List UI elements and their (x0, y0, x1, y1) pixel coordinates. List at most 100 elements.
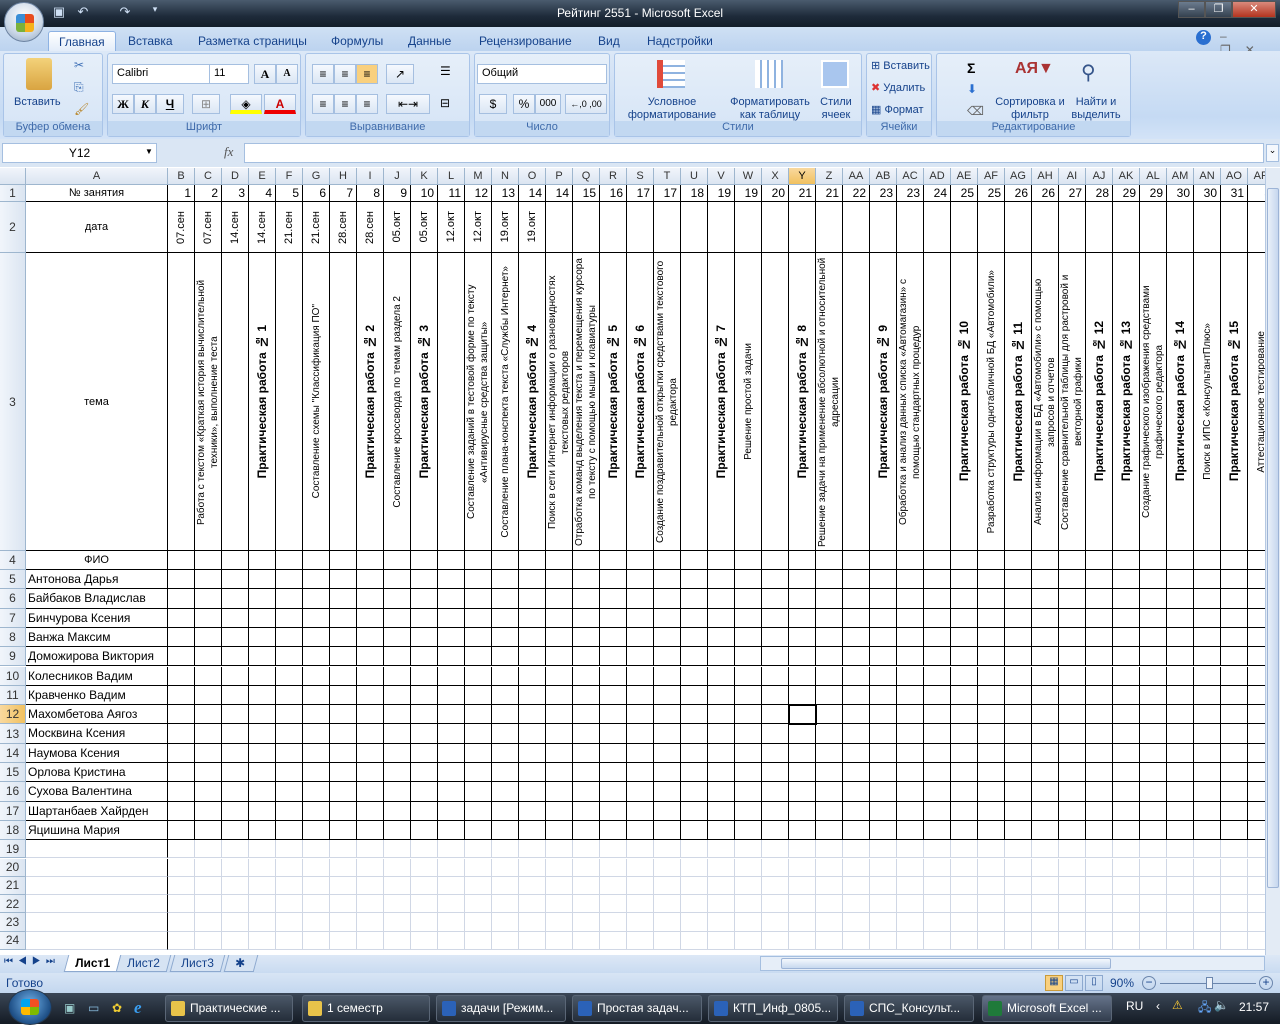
cell-AB13[interactable] (870, 724, 897, 744)
cell-X20[interactable] (762, 858, 789, 877)
cell-L4[interactable] (438, 551, 465, 570)
cell-L11[interactable] (438, 685, 465, 706)
cell-AF23[interactable] (978, 913, 1005, 932)
cell-AA20[interactable] (843, 858, 870, 877)
cell-AE8[interactable] (951, 627, 978, 648)
taskbar-item[interactable]: Практические ... (165, 995, 293, 1022)
cell-AI21[interactable] (1059, 876, 1086, 896)
conditional-formatting-button[interactable]: Условное форматирование (617, 96, 727, 122)
cell-AL21[interactable] (1140, 876, 1167, 896)
cell-V6[interactable] (708, 589, 735, 609)
cell-N21[interactable] (492, 876, 519, 896)
cell-O16[interactable] (519, 782, 546, 802)
cell-I11[interactable] (357, 685, 384, 706)
row-header-1[interactable]: 1 (0, 185, 26, 202)
cell-I20[interactable] (357, 858, 384, 877)
cell-H14[interactable] (330, 743, 357, 763)
borders-button[interactable]: ⊞ (192, 94, 220, 114)
lesson-number[interactable]: 3 (222, 185, 249, 202)
cell-T14[interactable] (654, 743, 681, 763)
cell-E22[interactable] (249, 895, 276, 914)
cell-AK4[interactable] (1113, 551, 1140, 570)
cell-AJ17[interactable] (1086, 801, 1113, 821)
lesson-number[interactable]: 21 (816, 185, 843, 202)
cell-L9[interactable] (438, 647, 465, 667)
cell-AH18[interactable] (1032, 820, 1059, 841)
insert-function-button[interactable]: fx (224, 144, 233, 160)
cell-AA24[interactable] (843, 931, 870, 950)
cell-O10[interactable] (519, 666, 546, 686)
cell-AA22[interactable] (843, 895, 870, 914)
cell-S6[interactable] (627, 589, 654, 609)
cell-R11[interactable] (600, 685, 627, 706)
cell-V5[interactable] (708, 570, 735, 590)
cell-Q22[interactable] (573, 895, 600, 914)
cell-K14[interactable] (411, 743, 438, 763)
row-header-7[interactable]: 7 (0, 608, 26, 628)
cell-B12[interactable] (168, 705, 195, 725)
cell-A19[interactable] (26, 840, 168, 859)
cell-AE21[interactable] (951, 876, 978, 896)
underline-button[interactable]: Ч (156, 94, 184, 114)
cell-G23[interactable] (303, 913, 330, 932)
cell-T4[interactable] (654, 551, 681, 570)
cell-AO4[interactable] (1221, 551, 1248, 570)
cell-AH12[interactable] (1032, 705, 1059, 725)
cell-O3[interactable]: Практическая работа № 4 (519, 253, 546, 551)
cell-AM16[interactable] (1167, 782, 1194, 802)
thousands-button[interactable]: 000 (535, 94, 561, 114)
tab-view[interactable]: Вид (588, 31, 630, 51)
cell-AL12[interactable] (1140, 705, 1167, 725)
cell-AK6[interactable] (1113, 589, 1140, 609)
cell-C15[interactable] (195, 763, 222, 783)
cell-I4[interactable] (357, 551, 384, 570)
cell-D15[interactable] (222, 763, 249, 783)
cell-AC6[interactable] (897, 589, 924, 609)
cell-T6[interactable] (654, 589, 681, 609)
save-icon[interactable]: ▣ (50, 4, 68, 20)
cell-AH21[interactable] (1032, 876, 1059, 896)
cell-AI22[interactable] (1059, 895, 1086, 914)
cell-AA9[interactable] (843, 647, 870, 667)
cell-V16[interactable] (708, 782, 735, 802)
tab-review[interactable]: Рецензирование (469, 31, 582, 51)
cell-E4[interactable] (249, 551, 276, 570)
cell-K13[interactable] (411, 724, 438, 744)
lesson-number[interactable]: 25 (978, 185, 1005, 202)
cell-W13[interactable] (735, 724, 762, 744)
currency-button[interactable]: $ (479, 94, 507, 114)
cell-AI8[interactable] (1059, 627, 1086, 648)
row-header-13[interactable]: 13 (0, 724, 26, 744)
column-header-H[interactable]: H (330, 168, 357, 185)
autosum-button[interactable]: Σ (967, 60, 975, 76)
cell-E12[interactable] (249, 705, 276, 725)
column-header-E[interactable]: E (249, 168, 276, 185)
cell-AF24[interactable] (978, 931, 1005, 950)
row-header-15[interactable]: 15 (0, 763, 26, 783)
cell-AE6[interactable] (951, 589, 978, 609)
number-format-select[interactable]: Общий (477, 64, 607, 84)
cell-AB2[interactable] (870, 202, 897, 253)
cell-AD6[interactable] (924, 589, 951, 609)
insert-sheet-button[interactable]: ✱ (223, 955, 259, 972)
row-header-14[interactable]: 14 (0, 743, 26, 763)
cell-X9[interactable] (762, 647, 789, 667)
student-name[interactable]: Колесников Вадим (26, 666, 168, 686)
cell-AA13[interactable] (843, 724, 870, 744)
cell-AF12[interactable] (978, 705, 1005, 725)
cell-AI11[interactable] (1059, 685, 1086, 706)
cell-AH16[interactable] (1032, 782, 1059, 802)
cell-AD18[interactable] (924, 820, 951, 841)
cell-N14[interactable] (492, 743, 519, 763)
cell-N10[interactable] (492, 666, 519, 686)
column-header-G[interactable]: G (303, 168, 330, 185)
cell-T17[interactable] (654, 801, 681, 821)
cell-V9[interactable] (708, 647, 735, 667)
cell-E6[interactable] (249, 589, 276, 609)
cell-S11[interactable] (627, 685, 654, 706)
cell-AE7[interactable] (951, 608, 978, 628)
sheet-tab-1[interactable]: Лист1 (63, 955, 122, 972)
lesson-number[interactable]: 24 (924, 185, 951, 202)
column-header-AD[interactable]: AD (924, 168, 951, 185)
cell-D2[interactable]: 14.сен (222, 202, 249, 253)
